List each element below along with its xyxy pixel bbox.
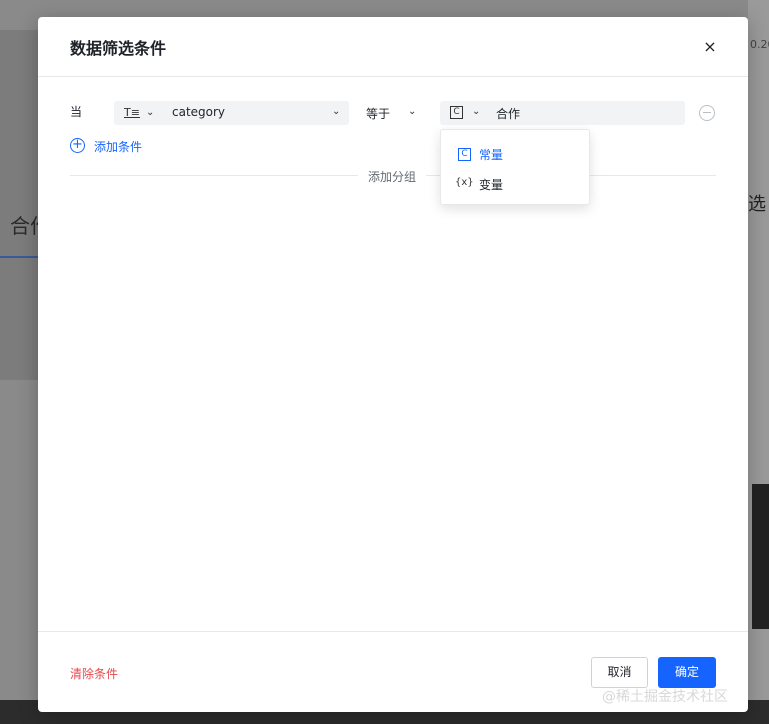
close-icon[interactable]: × [700, 37, 720, 57]
operator-value: 等于 [366, 107, 391, 121]
operator-select[interactable]: 等于 ⌄ [360, 101, 426, 125]
background-left-panel [0, 30, 40, 380]
divider [70, 175, 358, 176]
background-right-image [752, 484, 769, 629]
background-right-mid-text: 选 [748, 194, 766, 215]
when-label: 当 [70, 105, 83, 119]
remove-condition-icon[interactable] [699, 105, 715, 121]
constant-type-icon[interactable]: C [450, 106, 463, 119]
value-type-dropdown: C 常量 {x} 变量 [440, 129, 590, 205]
constant-icon: C [458, 148, 471, 161]
background-left-underline [0, 256, 40, 258]
chevron-down-icon: ⌄ [146, 107, 155, 118]
value-input[interactable]: C ⌄ 合作 [440, 101, 685, 125]
clear-conditions-button[interactable]: 清除条件 [70, 665, 118, 682]
filter-dialog: 数据筛选条件 × 当 T≡ ⌄ category ⌄ 等于 ⌄ C ⌄ 合作 +… [38, 17, 748, 712]
dropdown-option-constant[interactable]: C 常量 [441, 140, 589, 168]
dialog-title: 数据筛选条件 [70, 39, 167, 58]
field-value: category [172, 105, 226, 119]
plus-circle-icon: + [70, 138, 85, 153]
field-select[interactable]: T≡ ⌄ category ⌄ [114, 101, 349, 125]
add-condition-label: 添加条件 [94, 140, 143, 154]
dialog-header: 数据筛选条件 × [38, 17, 748, 77]
option-label: 变量 [479, 178, 504, 192]
add-group-button[interactable]: 添加分组 [368, 168, 416, 185]
watermark: @稀土掘金技术社区 [602, 689, 728, 705]
cancel-button[interactable]: 取消 [591, 657, 648, 688]
chevron-down-icon: ⌄ [408, 106, 417, 117]
chevron-down-icon[interactable]: ⌄ [472, 106, 480, 117]
background-right-top-text: 0.20 [750, 38, 769, 51]
value-text: 合作 [496, 107, 521, 121]
confirm-button[interactable]: 确定 [658, 657, 716, 688]
text-type-icon: T≡ [124, 106, 140, 119]
dropdown-option-variable[interactable]: {x} 变量 [441, 170, 589, 198]
option-label: 常量 [479, 148, 504, 162]
chevron-down-icon: ⌄ [332, 106, 341, 117]
variable-icon: {x} [455, 177, 474, 188]
